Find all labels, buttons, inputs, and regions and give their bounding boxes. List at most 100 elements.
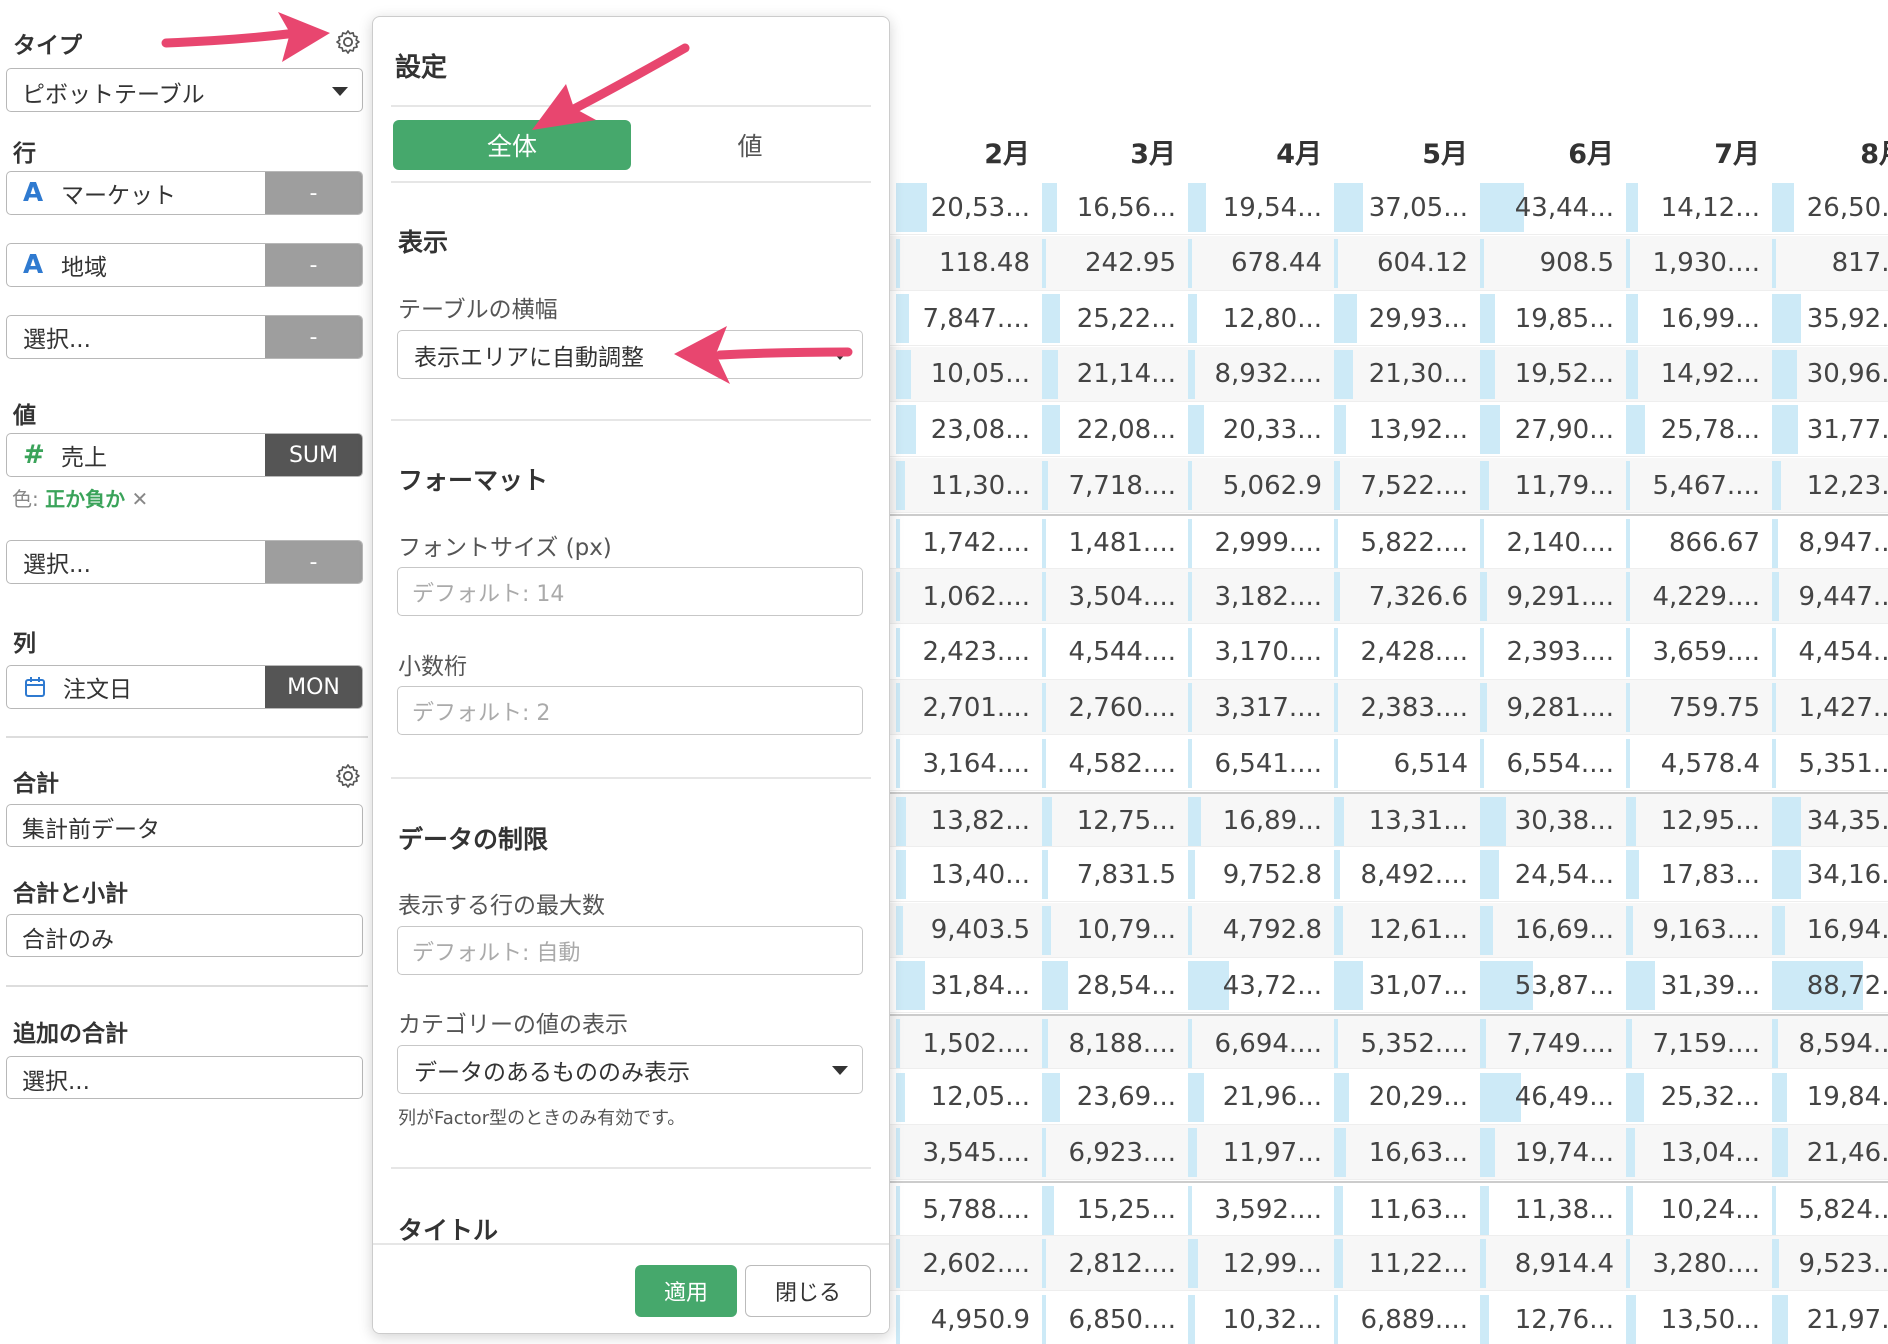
table-cell: 12,61... [1334, 903, 1480, 958]
column-field-label: 注文日 [63, 677, 132, 703]
tab-general[interactable]: 全体 [393, 120, 631, 170]
value-select-placeholder: 選択... [23, 552, 91, 578]
cell-value: 7,718.... [1068, 470, 1177, 501]
table-cell: 13,04... [1626, 1125, 1772, 1180]
cell-value: 10,05... [930, 359, 1030, 390]
value-bar [1334, 796, 1345, 846]
cell-value: 3,280.... [1652, 1248, 1761, 1279]
table-row: 3,545.... 6,923.... 11,97... 16,63... 19,74.… [880, 1125, 1888, 1181]
close-button[interactable]: 閉じる [745, 1265, 871, 1317]
row-select-action[interactable]: - [265, 316, 362, 358]
cell-value: 10,32... [1222, 1304, 1322, 1335]
table-cell: 9,403.5 [896, 903, 1042, 958]
close-icon[interactable]: ✕ [131, 487, 148, 511]
chart-type-value: ピボットテーブル [22, 82, 205, 108]
cell-value: 2,812.... [1068, 1248, 1177, 1279]
table-cell: 7,522.... [1334, 458, 1480, 513]
row-field-select[interactable]: 選択... - [6, 315, 363, 359]
table-cell: 12,95... [1626, 794, 1772, 849]
row-field-region[interactable]: A 地域 - [6, 243, 363, 287]
table-cell: 3,592.... [1188, 1183, 1334, 1238]
table-width-select[interactable]: 表示エリアに自動調整 [397, 330, 863, 379]
value-bar [896, 850, 907, 900]
gear-icon[interactable] [334, 28, 362, 56]
table-cell: 19,74... [1480, 1125, 1626, 1180]
gear-icon[interactable] [334, 762, 362, 790]
value-bar [896, 183, 927, 232]
value-bar [896, 572, 900, 622]
subtotal-select[interactable]: 合計のみ [6, 914, 363, 957]
value-bar [1042, 796, 1053, 846]
value-bar [1334, 183, 1364, 232]
cell-value: 13,31... [1368, 806, 1468, 837]
table-cell: 3,280.... [1626, 1236, 1772, 1291]
cell-value: 3,504.... [1068, 581, 1177, 612]
tab-values[interactable]: 値 [631, 120, 869, 170]
value-bar [1042, 1072, 1060, 1122]
table-cell: 5,822.... [1334, 516, 1480, 571]
value-bar [1772, 1239, 1780, 1289]
value-bar [1042, 349, 1059, 399]
value-bar [1626, 518, 1630, 568]
cell-value: 23,69... [1076, 1082, 1176, 1113]
cell-value: 12,23... [1806, 470, 1888, 501]
row-field-market[interactable]: A マーケット - [6, 171, 363, 215]
value-bar [896, 238, 900, 288]
cell-value: 88,72... [1806, 970, 1888, 1001]
table-cell: 34,16... [1772, 847, 1888, 902]
color-value-link[interactable]: 正か負か [45, 487, 125, 511]
table-cell: 1,427.... [1772, 680, 1888, 735]
cell-value: 8,932.... [1214, 359, 1323, 390]
value-bar [1334, 294, 1358, 344]
table-cell: 20,33... [1188, 402, 1334, 457]
value-bar [1042, 1185, 1054, 1235]
apply-button[interactable]: 適用 [635, 1265, 737, 1317]
date-unit-button[interactable]: MON [265, 666, 362, 708]
value-bar [1480, 349, 1495, 399]
chart-type-select[interactable]: ピボットテーブル [6, 68, 363, 112]
cell-value: 8,947.... [1798, 528, 1888, 559]
value-field-select[interactable]: 選択... - [6, 540, 363, 584]
value-bar [1042, 405, 1060, 455]
chevron-down-icon [832, 1066, 848, 1075]
value-bar [896, 1128, 900, 1178]
value-select-action[interactable]: - [265, 541, 362, 583]
value-bar [896, 1295, 900, 1344]
display-section-title: 表示 [398, 228, 449, 257]
cell-value: 29,93... [1368, 303, 1468, 334]
category-display-select[interactable]: データのあるもののみ表示 [397, 1045, 863, 1094]
cell-value: 3,164.... [922, 748, 1031, 779]
total-select[interactable]: 集計前データ [6, 804, 363, 847]
cell-value: 12,61... [1368, 915, 1468, 946]
font-size-input[interactable]: デフォルト: 14 [397, 567, 863, 616]
table-cell: 1,742.... [896, 516, 1042, 571]
text-type-icon: A [23, 178, 44, 208]
value-bar [1626, 572, 1630, 622]
aggregation-button[interactable]: SUM [265, 434, 362, 476]
table-cell: 4,544.... [1042, 625, 1188, 680]
value-bar [1042, 1019, 1048, 1068]
max-rows-input[interactable]: デフォルト: 自動 [397, 926, 863, 975]
cell-value: 4,792.8 [1222, 915, 1322, 946]
table-cell: 17,83... [1626, 847, 1772, 902]
cell-value: 19,52... [1514, 359, 1614, 390]
remove-row-button[interactable]: - [265, 172, 362, 214]
table-cell: 678.44 [1188, 236, 1334, 291]
table-cell: 21,46... [1772, 1125, 1888, 1180]
cell-value: 25,32... [1660, 1082, 1760, 1113]
remove-row-button[interactable]: - [265, 244, 362, 286]
value-field-sales[interactable]: # 売上 SUM [6, 433, 363, 477]
category-display-label: カテゴリーの値の表示 [398, 1012, 628, 1038]
value-bar [896, 1239, 900, 1289]
extra-total-select[interactable]: 選択... [6, 1056, 363, 1099]
column-field-order-date[interactable]: 注文日 MON [6, 665, 363, 709]
table-cell: 9,447.... [1772, 569, 1888, 624]
decimals-input[interactable]: デフォルト: 2 [397, 686, 863, 735]
numeric-type-icon: # [23, 440, 45, 470]
cell-value: 118.48 [939, 248, 1030, 279]
table-cell: 19,52... [1480, 347, 1626, 402]
cell-value: 15,25... [1076, 1195, 1176, 1226]
value-bar [1334, 961, 1364, 1011]
value-bar [896, 961, 926, 1011]
cell-value: 11,79... [1514, 470, 1614, 501]
